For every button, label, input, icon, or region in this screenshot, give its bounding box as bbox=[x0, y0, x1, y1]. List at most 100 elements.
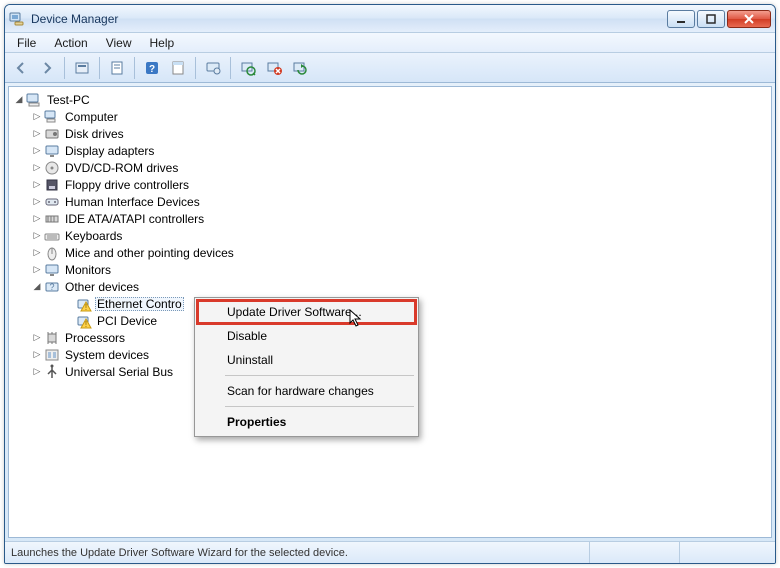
ctx-uninstall[interactable]: Uninstall bbox=[197, 348, 416, 372]
tree-item-label: Keyboards bbox=[63, 229, 124, 243]
collapse-icon[interactable]: ◢ bbox=[13, 94, 25, 106]
tree-item[interactable]: ▷ Computer bbox=[9, 108, 771, 125]
tree-item[interactable]: ▷ Display adapters bbox=[9, 142, 771, 159]
window-title: Device Manager bbox=[31, 12, 667, 26]
computer-icon bbox=[26, 92, 42, 108]
device-manager-icon bbox=[9, 11, 25, 27]
device-tree-panel[interactable]: ◢ Test-PC ▷ Computer ▷ Disk drives ▷ Display … bbox=[8, 86, 772, 538]
tree-item[interactable]: ▷ Monitors bbox=[9, 261, 771, 278]
tree-item-label: Display adapters bbox=[63, 144, 156, 158]
maximize-button[interactable] bbox=[697, 10, 725, 28]
tree-item-label: Mice and other pointing devices bbox=[63, 246, 236, 260]
toolbar-separator bbox=[134, 57, 135, 79]
toolbar: ? bbox=[5, 53, 775, 83]
box-icon bbox=[74, 60, 90, 76]
system-icon bbox=[44, 347, 60, 363]
expand-icon[interactable]: ▷ bbox=[31, 162, 43, 174]
mouse-icon bbox=[44, 245, 60, 261]
toolbar-properties-button[interactable] bbox=[105, 56, 129, 80]
expand-icon[interactable]: ▷ bbox=[31, 179, 43, 191]
hid-icon bbox=[44, 194, 60, 210]
toolbar-separator bbox=[99, 57, 100, 79]
svg-text:!: ! bbox=[85, 320, 87, 329]
tree-item[interactable]: ▷DVD/CD-ROM drives bbox=[9, 159, 771, 176]
ctx-separator bbox=[225, 375, 414, 376]
tree-item[interactable]: ▷ Disk drives bbox=[9, 125, 771, 142]
floppy-icon bbox=[44, 177, 60, 193]
tree-item[interactable]: ▷IDE ATA/ATAPI controllers bbox=[9, 210, 771, 227]
warn-icon: ! bbox=[76, 296, 92, 312]
keyboard-icon bbox=[44, 228, 60, 244]
minimize-button[interactable] bbox=[667, 10, 695, 28]
expand-icon[interactable]: ▷ bbox=[31, 332, 43, 344]
expand-icon[interactable]: ▷ bbox=[31, 247, 43, 259]
toolbar-update-driver-button[interactable] bbox=[288, 56, 312, 80]
ctx-properties[interactable]: Properties bbox=[197, 410, 416, 434]
tree-item-label: PCI Device bbox=[95, 314, 159, 328]
ctx-item-label: Disable bbox=[227, 329, 267, 343]
tree-item-label: Computer bbox=[63, 110, 120, 124]
tree-item-label: Disk drives bbox=[63, 127, 126, 141]
ctx-disable[interactable]: Disable bbox=[197, 324, 416, 348]
display-icon bbox=[44, 143, 60, 159]
ctx-scan-hardware[interactable]: Scan for hardware changes bbox=[197, 379, 416, 403]
expand-icon[interactable]: ▷ bbox=[31, 145, 43, 157]
context-menu: Update Driver Software... Disable Uninst… bbox=[194, 297, 419, 437]
usb-icon bbox=[44, 364, 60, 380]
svg-text:?: ? bbox=[49, 282, 54, 292]
tree-item[interactable]: ◢? Other devices bbox=[9, 278, 771, 295]
menu-view[interactable]: View bbox=[98, 34, 140, 52]
expand-icon[interactable]: ▷ bbox=[31, 128, 43, 140]
ctx-separator bbox=[225, 406, 414, 407]
page-icon bbox=[109, 60, 125, 76]
monitor-icon bbox=[205, 60, 221, 76]
menu-help[interactable]: Help bbox=[142, 34, 183, 52]
expand-icon[interactable]: ▷ bbox=[31, 264, 43, 276]
computer-small-icon bbox=[44, 109, 60, 125]
monitor-icon bbox=[44, 262, 60, 278]
tree-item-label: Monitors bbox=[63, 263, 113, 277]
ctx-update-driver[interactable]: Update Driver Software... bbox=[196, 299, 417, 325]
menu-action[interactable]: Action bbox=[46, 34, 95, 52]
toolbar-back-button[interactable] bbox=[9, 56, 33, 80]
toolbar-forward-button[interactable] bbox=[35, 56, 59, 80]
toolbar-help-topics-button[interactable] bbox=[166, 56, 190, 80]
tree-root[interactable]: ◢ Test-PC bbox=[9, 91, 771, 108]
expand-icon[interactable]: ▷ bbox=[31, 349, 43, 361]
expand-icon[interactable]: ▷ bbox=[31, 230, 43, 242]
tree-item-label: Ethernet Contro bbox=[95, 297, 184, 311]
expand-icon[interactable]: ▷ bbox=[31, 213, 43, 225]
page2-icon bbox=[170, 60, 186, 76]
titlebar[interactable]: Device Manager bbox=[5, 5, 775, 33]
tree-item-label: Other devices bbox=[63, 280, 141, 294]
cd-icon bbox=[44, 160, 60, 176]
expand-icon[interactable]: ▷ bbox=[31, 366, 43, 378]
toolbar-show-hidden-button[interactable] bbox=[70, 56, 94, 80]
expand-icon[interactable]: ▷ bbox=[31, 196, 43, 208]
ctx-item-label: Update Driver Software... bbox=[227, 305, 362, 319]
menu-file[interactable]: File bbox=[9, 34, 44, 52]
device-manager-window: Device Manager File Action View Help ? bbox=[4, 4, 776, 564]
tree-item-label: Floppy drive controllers bbox=[63, 178, 191, 192]
tree-item[interactable]: ▷ Mice and other pointing devices bbox=[9, 244, 771, 261]
toolbar-uninstall-button[interactable] bbox=[262, 56, 286, 80]
close-button[interactable] bbox=[727, 10, 771, 28]
toolbar-computer-button[interactable] bbox=[201, 56, 225, 80]
ctx-item-label: Scan for hardware changes bbox=[227, 384, 374, 398]
toolbar-help-button[interactable]: ? bbox=[140, 56, 164, 80]
tree-item-label: Universal Serial Bus bbox=[63, 365, 175, 379]
tree-item[interactable]: ▷ Floppy drive controllers bbox=[9, 176, 771, 193]
tree-item-label: System devices bbox=[63, 348, 151, 362]
status-cell bbox=[589, 542, 679, 563]
toolbar-scan-button[interactable] bbox=[236, 56, 260, 80]
expand-icon[interactable]: ▷ bbox=[31, 111, 43, 123]
help-icon: ? bbox=[144, 60, 160, 76]
ide-icon bbox=[44, 211, 60, 227]
tree-item[interactable]: ▷Human Interface Devices bbox=[9, 193, 771, 210]
arrow-right-icon bbox=[39, 60, 55, 76]
ctx-item-label: Uninstall bbox=[227, 353, 273, 367]
collapse-icon[interactable]: ◢ bbox=[31, 281, 43, 293]
toolbar-separator bbox=[64, 57, 65, 79]
tree-item[interactable]: ▷ Keyboards bbox=[9, 227, 771, 244]
disk-icon bbox=[44, 126, 60, 142]
